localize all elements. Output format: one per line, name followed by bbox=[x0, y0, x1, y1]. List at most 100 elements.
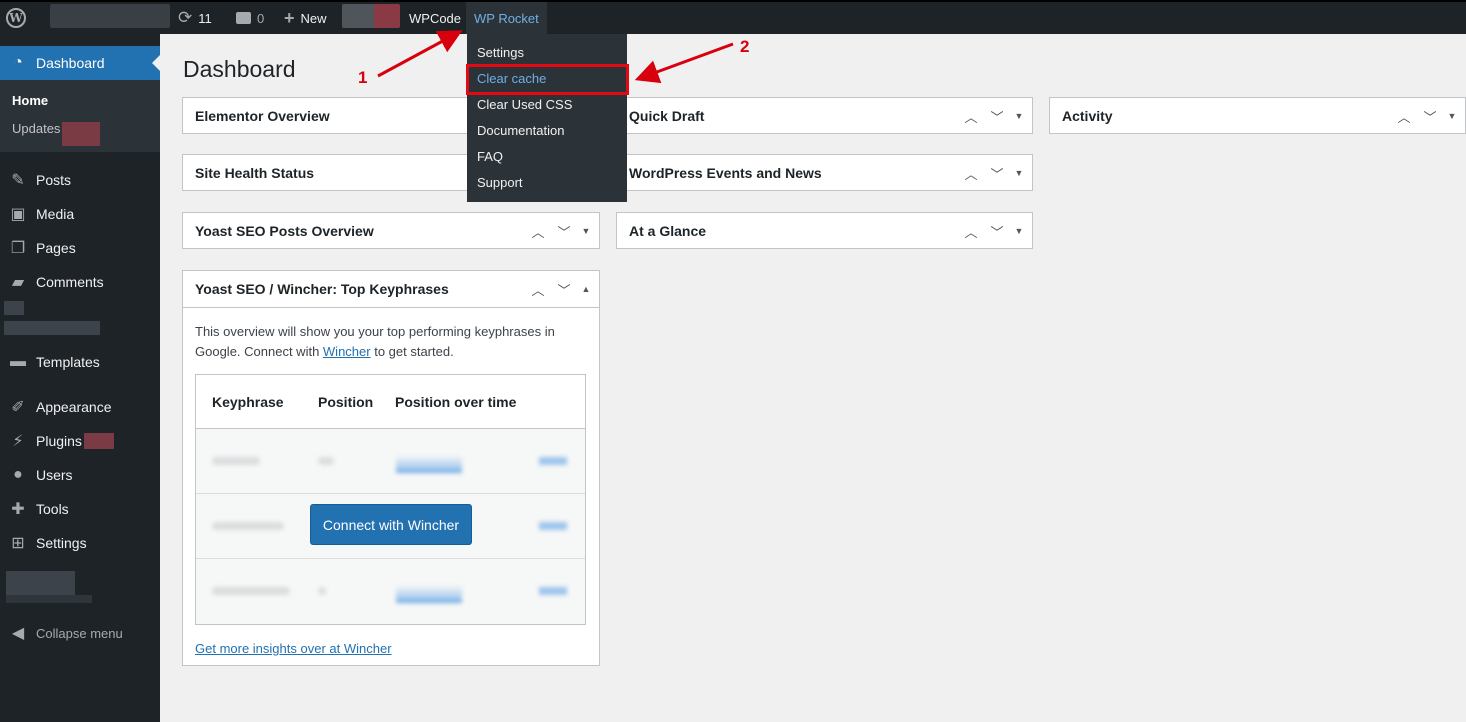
widget-header[interactable]: Quick Draft ︿ ﹀ ▼ bbox=[617, 98, 1032, 134]
sidebar-item-media[interactable]: ▣ Media bbox=[0, 197, 160, 231]
sidebar-item-appearance[interactable]: ✐ Appearance bbox=[0, 390, 160, 424]
widget-top-keyphrases: Yoast SEO / Wincher: Top Keyphrases ︿ ﹀ … bbox=[182, 270, 600, 666]
updates-badge-redacted bbox=[62, 122, 100, 146]
site-name-redacted[interactable] bbox=[50, 4, 170, 28]
widget-header[interactable]: Yoast SEO Posts Overview ︿ ﹀ ▼ bbox=[183, 213, 599, 249]
blurred-keyphrase bbox=[212, 587, 290, 595]
widget-title: Quick Draft bbox=[629, 108, 705, 124]
widget-title: At a Glance bbox=[629, 223, 707, 239]
connect-wincher-button[interactable]: Connect with Wincher bbox=[310, 504, 472, 545]
menu-item-support[interactable]: Support bbox=[467, 170, 627, 196]
sidebar-item-posts[interactable]: ✎ Posts bbox=[0, 163, 160, 197]
wpcode-menu[interactable]: WPCode bbox=[409, 2, 461, 34]
user-icon: ● bbox=[13, 466, 23, 483]
toggle-down-icon[interactable]: ▼ bbox=[1012, 168, 1026, 178]
move-down-icon[interactable]: ﹀ bbox=[553, 280, 575, 299]
widget-title: Yoast SEO / Wincher: Top Keyphrases bbox=[195, 281, 449, 297]
updates-count: 11 bbox=[198, 10, 212, 26]
refresh-icon: ⟳ bbox=[178, 8, 193, 27]
new-label: New bbox=[300, 10, 327, 26]
toggle-down-icon[interactable]: ▼ bbox=[1012, 111, 1026, 121]
sidebar-item-pages[interactable]: ❐ Pages bbox=[0, 231, 160, 265]
sidebar-item-label: Appearance bbox=[36, 399, 112, 415]
menu-item-documentation[interactable]: Documentation bbox=[467, 118, 627, 144]
new-content-button[interactable]: + New bbox=[284, 2, 327, 34]
toggle-down-icon[interactable]: ▼ bbox=[1012, 226, 1026, 236]
sidebar-item-label: Posts bbox=[36, 172, 72, 188]
widget-activity: Activity ︿ ﹀ ▼ bbox=[1049, 97, 1466, 134]
blurred-keyphrase bbox=[212, 522, 284, 530]
move-up-icon[interactable]: ︿ bbox=[527, 280, 549, 299]
move-up-icon[interactable]: ︿ bbox=[960, 107, 982, 126]
blurred-sparkline bbox=[396, 579, 462, 603]
annotation-number-1: 1 bbox=[358, 68, 367, 87]
toggle-down-icon[interactable]: ▼ bbox=[579, 226, 593, 236]
sidebar-item-templates[interactable]: ▬ Templates bbox=[0, 345, 160, 379]
sidebar-item-label: Users bbox=[36, 467, 73, 483]
move-down-icon[interactable]: ﹀ bbox=[986, 164, 1008, 183]
widget-handles: ︿ ﹀ ▼ bbox=[527, 222, 599, 241]
blurred-sparkline bbox=[396, 449, 462, 473]
move-down-icon[interactable]: ﹀ bbox=[986, 107, 1008, 126]
blurred-keyphrase bbox=[212, 457, 260, 465]
widget-header[interactable]: Activity ︿ ﹀ ▼ bbox=[1050, 98, 1465, 134]
comments-button[interactable]: 0 bbox=[236, 2, 264, 34]
brush-icon: ✐ bbox=[11, 399, 25, 416]
blurred-view-link[interactable] bbox=[539, 522, 567, 530]
menu-item-faq[interactable]: FAQ bbox=[467, 144, 627, 170]
move-down-icon[interactable]: ﹀ bbox=[1419, 107, 1441, 126]
move-up-icon[interactable]: ︿ bbox=[1393, 107, 1415, 126]
comments-count: 0 bbox=[257, 10, 265, 26]
wordpress-logo-button[interactable]: W bbox=[6, 2, 28, 34]
pin-icon: ✎ bbox=[11, 172, 25, 189]
sidebar-item-users[interactable]: ● Users bbox=[0, 458, 160, 492]
table-row: Connect with Wincher bbox=[196, 494, 585, 559]
move-up-icon[interactable]: ︿ bbox=[527, 222, 549, 241]
widget-header[interactable]: Yoast SEO / Wincher: Top Keyphrases ︿ ﹀ … bbox=[183, 271, 599, 307]
keyphrases-description: This overview will show you your top per… bbox=[195, 322, 587, 362]
menu-item-clear-used-css[interactable]: Clear Used CSS bbox=[467, 92, 627, 118]
sidebar-item-comments[interactable]: ▰ Comments bbox=[0, 265, 160, 299]
submenu-home[interactable]: Home bbox=[0, 88, 160, 116]
keyphrases-body: This overview will show you your top per… bbox=[183, 307, 599, 670]
table-row bbox=[196, 429, 585, 494]
updates-button[interactable]: ⟳ 11 bbox=[178, 2, 212, 34]
more-insights-link[interactable]: Get more insights over at Wincher bbox=[195, 641, 392, 656]
move-up-icon[interactable]: ︿ bbox=[960, 222, 982, 241]
sidebar-item-label: Dashboard bbox=[36, 55, 105, 71]
annotation-arrow-2 bbox=[634, 42, 734, 84]
folder-icon: ▬ bbox=[10, 353, 26, 370]
sidebar-item-label: Comments bbox=[36, 274, 104, 290]
widget-at-a-glance: At a Glance ︿ ﹀ ▼ bbox=[616, 212, 1033, 249]
sidebar-item-plugins[interactable]: ⚡ Plugins bbox=[0, 424, 160, 458]
user-redacted[interactable] bbox=[342, 4, 400, 28]
widget-header[interactable]: At a Glance ︿ ﹀ ▼ bbox=[617, 213, 1032, 249]
menu-item-settings[interactable]: Settings bbox=[467, 40, 627, 66]
sidebar-item-tools[interactable]: ✚ Tools bbox=[0, 492, 160, 526]
settings-icon: ⊞ bbox=[11, 535, 25, 552]
widget-header[interactable]: WordPress Events and News ︿ ﹀ ▼ bbox=[617, 155, 1032, 191]
wincher-link[interactable]: Wincher bbox=[323, 344, 371, 359]
widget-handles: ︿ ﹀ ▼ bbox=[1393, 107, 1465, 126]
sidebar-item-settings[interactable]: ⊞ Settings bbox=[0, 526, 160, 560]
blurred-view-link[interactable] bbox=[539, 457, 567, 465]
move-up-icon[interactable]: ︿ bbox=[960, 164, 982, 183]
toggle-up-icon[interactable]: ▲ bbox=[579, 284, 593, 294]
col-position-over-time: Position over time bbox=[395, 393, 517, 410]
wrench-icon: ✚ bbox=[11, 501, 25, 518]
sidebar-item-label: Plugins bbox=[36, 433, 82, 449]
annotation-arrow-1 bbox=[377, 30, 463, 78]
widget-title: Activity bbox=[1062, 108, 1113, 124]
widget-handles: ︿ ﹀ ▼ bbox=[960, 222, 1032, 241]
wp-rocket-menu[interactable]: WP Rocket bbox=[466, 2, 547, 34]
move-down-icon[interactable]: ﹀ bbox=[986, 222, 1008, 241]
widget-quick-draft: Quick Draft ︿ ﹀ ▼ bbox=[616, 97, 1033, 134]
toggle-down-icon[interactable]: ▼ bbox=[1445, 111, 1459, 121]
col-position: Position bbox=[318, 393, 374, 410]
widget-yoast-posts-overview: Yoast SEO Posts Overview ︿ ﹀ ▼ bbox=[182, 212, 600, 249]
collapse-menu-button[interactable]: ◀ Collapse menu bbox=[0, 616, 160, 650]
move-down-icon[interactable]: ﹀ bbox=[553, 222, 575, 241]
sidebar-item-dashboard[interactable]: ◔ Dashboard bbox=[0, 46, 160, 80]
blurred-view-link[interactable] bbox=[539, 587, 567, 595]
clear-cache-highlight-box bbox=[466, 64, 629, 95]
